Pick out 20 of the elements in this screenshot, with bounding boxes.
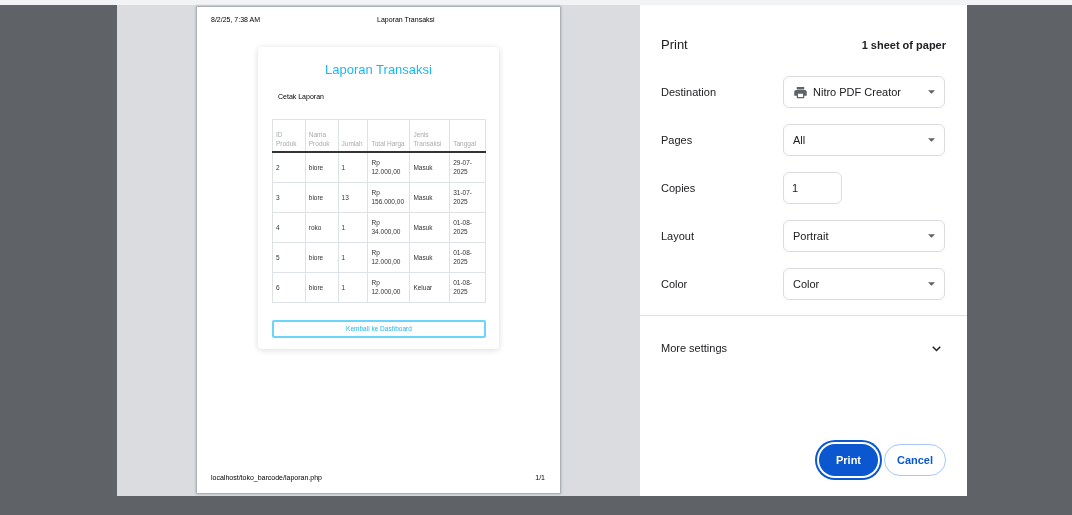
setting-label: Color [661,276,689,292]
cancel-button[interactable]: Cancel [884,444,946,476]
setting-label: Destination [661,84,718,100]
setting-label: Pages [661,132,694,148]
dropdown[interactable]: Portrait [783,220,945,252]
print-dialog-title: Print [661,36,688,55]
dropdown[interactable]: Nitro PDF Creator [783,76,945,108]
caret-icon [928,90,935,94]
printer-icon [793,84,808,100]
report-title: Laporan Transaksi [324,62,433,78]
caret-icon [928,138,935,142]
more-settings-row[interactable]: More settings [640,316,967,379]
sheet-count: 1 sheet of paper [861,37,946,53]
caret-icon [928,282,935,286]
dropdown[interactable]: All [783,124,945,156]
setting-label: Copies [661,180,697,196]
caret-icon [928,234,935,238]
dropdown[interactable]: Color [783,268,945,300]
copies-field[interactable]: 1 [783,172,842,204]
setting-label: Layout [661,228,696,244]
